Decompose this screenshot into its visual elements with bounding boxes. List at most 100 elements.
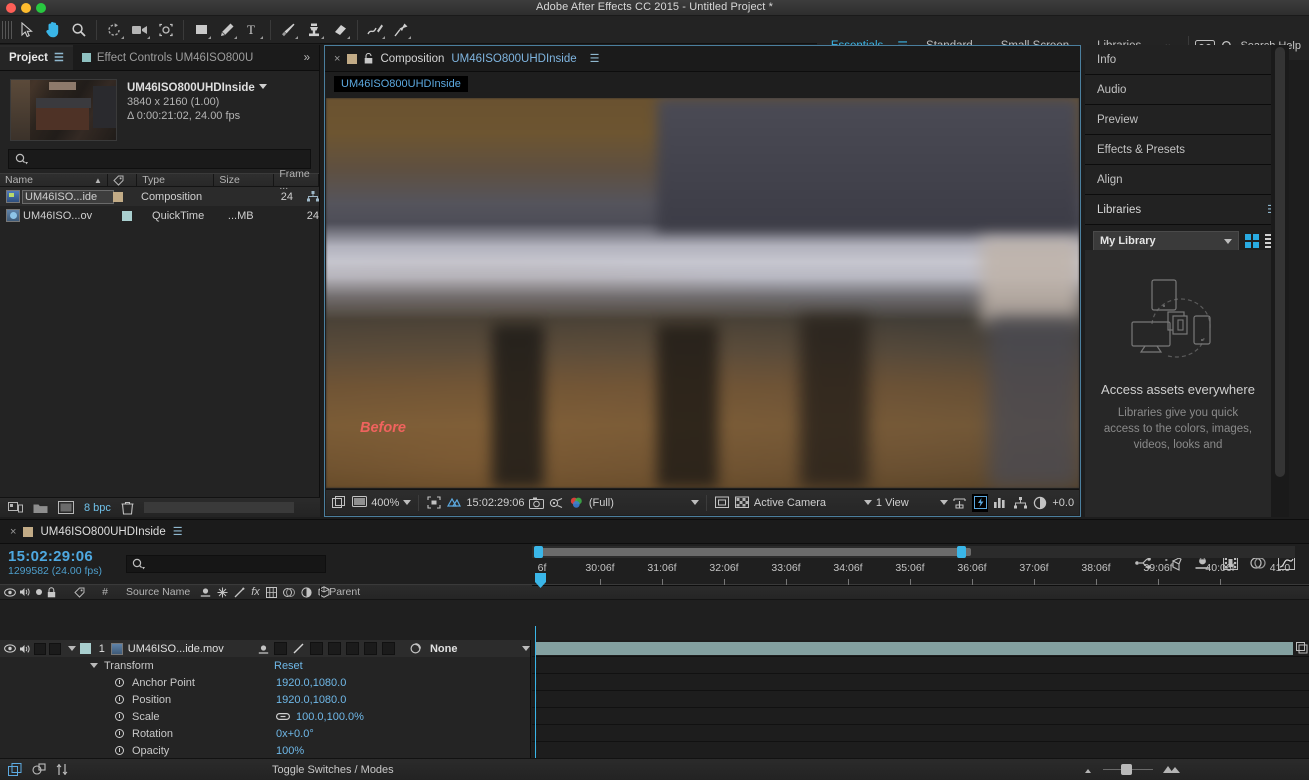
eraser-tool[interactable]	[327, 18, 353, 42]
right-dock-scrollbar[interactable]	[1271, 45, 1289, 517]
layer-twirl-icon[interactable]	[67, 646, 76, 651]
property-value[interactable]: 1920.0,1080.0	[276, 677, 346, 689]
main-viewer-icon[interactable]	[351, 494, 367, 512]
new-composition-icon[interactable]	[58, 501, 74, 514]
zoom-tool[interactable]	[66, 18, 92, 42]
grid-view-icon[interactable]	[1245, 234, 1259, 248]
camera-control[interactable]: Active Camera	[754, 497, 872, 509]
selection-tool[interactable]	[14, 18, 40, 42]
panel-audio[interactable]: Audio	[1085, 75, 1289, 105]
composition-usage-icon[interactable]	[307, 191, 319, 202]
project-row-label-swatch[interactable]	[121, 210, 152, 221]
lock-icon[interactable]	[364, 53, 373, 64]
zoom-slider-knob[interactable]	[1121, 764, 1132, 775]
column-header-label[interactable]	[108, 174, 138, 186]
layer-audio-toggle-icon[interactable]	[19, 643, 31, 655]
layer-switches-panel-icon[interactable]	[8, 763, 22, 776]
layer-row[interactable]: 1 UM46ISO...ide.mov None	[0, 640, 530, 657]
property-value[interactable]: 100%	[276, 745, 304, 757]
column-header-parent[interactable]: Parent	[320, 586, 360, 598]
interpret-footage-icon[interactable]	[8, 501, 23, 514]
layer-video-toggle-icon[interactable]	[4, 643, 16, 655]
panel-align[interactable]: Align	[1085, 165, 1289, 195]
property-row-rotation[interactable]: Rotation 0x+0.0°	[0, 725, 530, 742]
tab-project[interactable]: Project ☰	[0, 45, 73, 70]
show-snapshot-icon[interactable]	[549, 494, 565, 512]
composition-chip[interactable]: UM46ISO800UHDInside	[334, 76, 468, 92]
composition-current-time[interactable]: 15:02:29:06	[466, 497, 524, 509]
playhead-handle[interactable]	[535, 573, 546, 588]
property-row-opacity[interactable]: Opacity 100%	[0, 742, 530, 758]
layer-label-swatch[interactable]	[79, 643, 91, 654]
property-value[interactable]: 0x+0.0°	[276, 728, 314, 740]
puppet-pin-tool[interactable]	[388, 18, 414, 42]
always-preview-icon[interactable]	[331, 494, 347, 512]
layer-quality-switch[interactable]	[292, 642, 305, 655]
snapshot-icon[interactable]	[529, 494, 545, 512]
timeline-timecode[interactable]: 15:02:29:06 1299582 (24.00 fps)	[8, 549, 102, 578]
column-header-type[interactable]: Type	[137, 174, 215, 186]
property-row-position[interactable]: Position 1920.0,1080.0	[0, 691, 530, 708]
zoom-slider-track[interactable]	[1103, 764, 1153, 775]
project-footer-scroll[interactable]	[143, 502, 294, 513]
project-row-name[interactable]: UM46ISO...ov	[23, 210, 122, 222]
property-row-transform[interactable]: Transform Reset	[0, 657, 530, 674]
transfer-controls-icon[interactable]	[32, 763, 46, 776]
layer-lock-toggle[interactable]	[49, 642, 61, 655]
channel-rgb-icon[interactable]	[569, 494, 585, 512]
fast-previews-icon[interactable]	[971, 493, 989, 512]
scrollbar-thumb[interactable]	[1275, 47, 1285, 477]
project-search-field[interactable]	[8, 149, 311, 169]
magnification-control[interactable]: 400%	[371, 497, 412, 509]
timeline-zoom-slider[interactable]	[1081, 764, 1301, 775]
timeline-layer-track[interactable]	[532, 640, 1309, 657]
pan-behind-tool[interactable]	[153, 18, 179, 42]
exposure-reset-icon[interactable]	[1032, 494, 1048, 512]
layer-solo-toggle[interactable]	[34, 642, 46, 655]
camera-tool[interactable]	[127, 18, 153, 42]
zoom-in-icon[interactable]	[1161, 765, 1181, 774]
transparency-grid-icon[interactable]	[446, 494, 462, 512]
new-folder-icon[interactable]	[33, 502, 48, 514]
roto-brush-tool[interactable]	[362, 18, 388, 42]
timeline-graph-icon[interactable]	[992, 494, 1008, 512]
zoom-out-icon[interactable]	[1081, 766, 1095, 774]
layer-adjustment-switch[interactable]	[363, 642, 377, 655]
property-value[interactable]: Reset	[274, 660, 303, 672]
panel-info[interactable]: Info	[1085, 45, 1289, 75]
property-value[interactable]: 1920.0,1080.0	[276, 694, 346, 706]
resolution-control[interactable]: (Full)	[589, 497, 699, 509]
pixel-aspect-icon[interactable]	[952, 494, 968, 512]
stopwatch-icon[interactable]	[115, 678, 124, 687]
brush-tool[interactable]	[275, 18, 301, 42]
layer-effects-switch[interactable]	[309, 642, 323, 655]
timeline-current-time[interactable]: 15:02:29:06	[8, 549, 102, 564]
work-area-end-handle[interactable]	[957, 546, 966, 558]
composition-panel-menu-icon[interactable]: ☰	[590, 52, 600, 65]
project-panel-menu-icon[interactable]: ☰	[54, 51, 64, 64]
property-value[interactable]: 100.0,100.0%	[296, 711, 364, 723]
timeline-search-field[interactable]	[126, 555, 326, 573]
property-row-scale[interactable]: Scale 100.0,100.0%	[0, 708, 530, 725]
panel-effects-presets[interactable]: Effects & Presets	[1085, 135, 1289, 165]
column-header-number[interactable]: #	[92, 586, 118, 598]
column-header-name[interactable]: Name ▲	[0, 174, 108, 186]
table-row[interactable]: UM46ISO...ov QuickTime ...MB 24	[0, 206, 319, 225]
transform-twirl-icon[interactable]	[90, 663, 98, 668]
timeline-ruler[interactable]: 6f 30:06f 31:06f 32:06f 33:06f 34:06f 35…	[532, 560, 1309, 588]
composition-flowchart-icon[interactable]	[1012, 494, 1028, 512]
hand-tool[interactable]	[40, 18, 66, 42]
layer-motion-blur-switch[interactable]	[345, 642, 359, 655]
panel-preview[interactable]: Preview	[1085, 105, 1289, 135]
tab-effect-controls[interactable]: Effect Controls UM46ISO800U	[72, 45, 263, 70]
panel-libraries[interactable]: Libraries ☰	[1085, 195, 1289, 225]
exposure-value[interactable]: +0.0	[1052, 497, 1074, 509]
project-tabs-overflow[interactable]: »	[294, 45, 319, 70]
close-icon[interactable]: ×	[334, 53, 340, 65]
region-of-interest-icon[interactable]	[426, 494, 442, 512]
scale-link-icon[interactable]	[276, 712, 290, 721]
work-area-bar[interactable]	[532, 546, 1295, 558]
column-header-size[interactable]: Size	[214, 174, 275, 186]
project-row-label-swatch[interactable]	[113, 191, 141, 202]
shape-tool[interactable]	[188, 18, 214, 42]
